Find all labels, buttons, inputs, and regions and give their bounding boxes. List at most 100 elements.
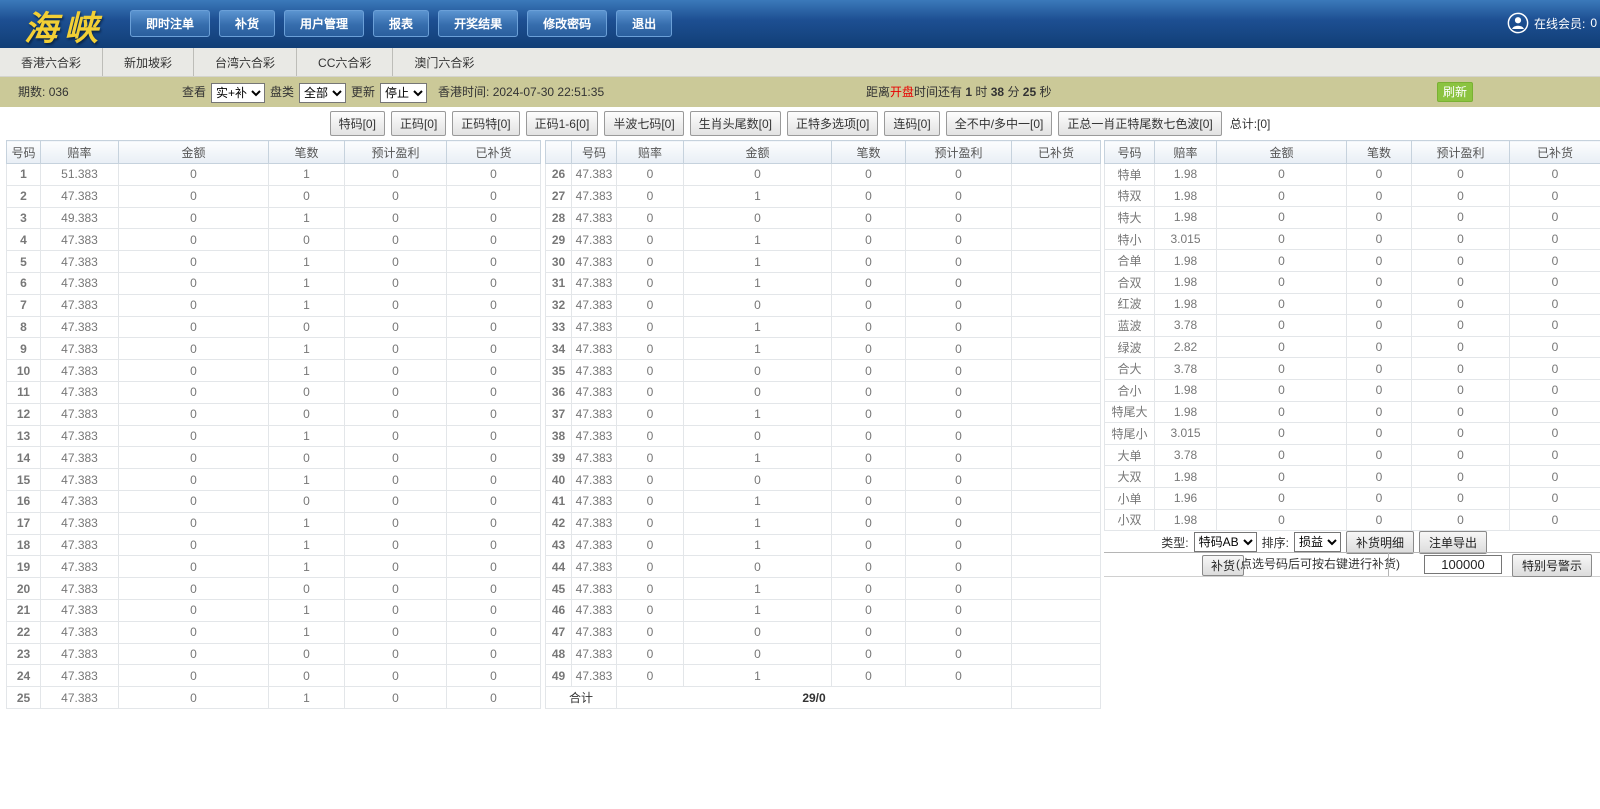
number-cell[interactable]: 47 (546, 621, 572, 643)
number-cell[interactable]: 5 (7, 251, 41, 273)
nav-instant-orders[interactable]: 即时注单 (130, 10, 210, 37)
bet-type-cell[interactable]: 合大 (1105, 358, 1155, 380)
bet-type-cell[interactable]: 合双 (1105, 271, 1155, 293)
tab-hongkong-lottery[interactable]: 香港六合彩 (0, 48, 103, 76)
number-cell[interactable]: 43 (546, 534, 572, 556)
number-cell[interactable]: 31 (546, 272, 572, 294)
bet-type-cell[interactable]: 合小 (1105, 379, 1155, 401)
number-cell[interactable]: 44 (546, 556, 572, 578)
type-select[interactable]: 特码AB (1194, 532, 1257, 552)
number-cell[interactable]: 40 (546, 469, 572, 491)
filter-button[interactable]: 正总一肖正特尾数七色波[0] (1058, 111, 1221, 136)
order-export-button[interactable]: 注单导出 (1419, 531, 1487, 554)
number-cell[interactable]: 20 (7, 578, 41, 600)
number-cell[interactable]: 46 (546, 599, 572, 621)
filter-button[interactable]: 半波七码[0] (604, 111, 683, 136)
bet-type-cell[interactable]: 蓝波 (1105, 315, 1155, 337)
number-cell[interactable]: 25 (7, 687, 41, 709)
number-cell[interactable]: 9 (7, 338, 41, 360)
number-cell[interactable]: 18 (7, 534, 41, 556)
number-cell[interactable]: 41 (546, 490, 572, 512)
bet-type-cell[interactable]: 特尾大 (1105, 401, 1155, 423)
number-cell[interactable]: 13 (7, 425, 41, 447)
number-cell[interactable]: 7 (7, 294, 41, 316)
number-cell[interactable]: 39 (546, 447, 572, 469)
filter-button[interactable]: 正码1-6[0] (526, 111, 599, 136)
number-cell[interactable]: 42 (546, 512, 572, 534)
number-cell[interactable]: 17 (7, 512, 41, 534)
bet-type-cell[interactable]: 小双 (1105, 509, 1155, 531)
number-cell[interactable]: 14 (7, 447, 41, 469)
number-cell[interactable]: 19 (7, 556, 41, 578)
sort-select[interactable]: 损益 (1294, 532, 1341, 552)
number-cell[interactable]: 27 (546, 185, 572, 207)
number-cell[interactable]: 38 (546, 425, 572, 447)
bet-type-cell[interactable]: 特双 (1105, 185, 1155, 207)
bet-type-cell[interactable]: 特大 (1105, 207, 1155, 229)
bet-type-cell[interactable]: 合单 (1105, 250, 1155, 272)
odds-cell: 47.383 (572, 164, 617, 186)
filter-button[interactable]: 正特多选项[0] (787, 111, 878, 136)
number-cell[interactable]: 15 (7, 469, 41, 491)
profit-cell: 0 (832, 556, 906, 578)
filter-button[interactable]: 正码特[0] (452, 111, 519, 136)
number-cell[interactable]: 11 (7, 381, 41, 403)
refresh-button[interactable]: 刷新 (1437, 82, 1473, 102)
number-cell[interactable]: 45 (546, 578, 572, 600)
number-cell[interactable]: 21 (7, 599, 41, 621)
number-cell[interactable]: 10 (7, 360, 41, 382)
number-cell[interactable]: 1 (7, 164, 41, 186)
number-cell[interactable]: 33 (546, 316, 572, 338)
tab-taiwan-lottery[interactable]: 台湾六合彩 (194, 48, 297, 76)
number-cell[interactable]: 32 (546, 294, 572, 316)
amount-input[interactable] (1424, 555, 1502, 574)
number-cell[interactable]: 24 (7, 665, 41, 687)
number-cell[interactable]: 12 (7, 403, 41, 425)
filter-button[interactable]: 连码[0] (884, 111, 939, 136)
bet-type-cell[interactable]: 红波 (1105, 293, 1155, 315)
number-cell[interactable]: 4 (7, 229, 41, 251)
nav-reports[interactable]: 报表 (373, 10, 429, 37)
filter-button[interactable]: 特码[0] (330, 111, 385, 136)
tab-macau-lottery[interactable]: 澳门六合彩 (393, 48, 495, 76)
number-cell[interactable]: 2 (7, 185, 41, 207)
bet-type-cell[interactable]: 大单 (1105, 444, 1155, 466)
replenish-detail-button[interactable]: 补货明细 (1346, 531, 1414, 554)
number-cell[interactable]: 29 (546, 229, 572, 251)
number-cell[interactable]: 49 (546, 665, 572, 687)
number-cell[interactable]: 22 (7, 621, 41, 643)
filter-button[interactable]: 正码[0] (391, 111, 446, 136)
filter-button[interactable]: 全不中/多中一[0] (946, 111, 1053, 136)
number-cell[interactable]: 16 (7, 490, 41, 512)
special-alert-button[interactable]: 特别号警示 (1512, 554, 1592, 577)
number-cell[interactable]: 28 (546, 207, 572, 229)
number-cell[interactable]: 8 (7, 316, 41, 338)
filter-button[interactable]: 生肖头尾数[0] (690, 111, 781, 136)
bet-type-cell[interactable]: 大双 (1105, 466, 1155, 488)
number-cell[interactable]: 34 (546, 338, 572, 360)
number-cell[interactable]: 6 (7, 272, 41, 294)
number-cell[interactable]: 26 (546, 164, 572, 186)
tab-singapore-lottery[interactable]: 新加坡彩 (103, 48, 194, 76)
number-cell[interactable]: 37 (546, 403, 572, 425)
update-select[interactable]: 停止 (380, 83, 427, 103)
number-cell[interactable]: 3 (7, 207, 41, 229)
view-select[interactable]: 实+补 (211, 83, 265, 103)
number-cell[interactable]: 35 (546, 360, 572, 382)
number-cell[interactable]: 36 (546, 381, 572, 403)
bet-type-cell[interactable]: 特小 (1105, 228, 1155, 250)
bet-type-cell[interactable]: 小单 (1105, 487, 1155, 509)
number-cell[interactable]: 48 (546, 643, 572, 665)
bet-type-cell[interactable]: 绿波 (1105, 336, 1155, 358)
nav-logout[interactable]: 退出 (616, 10, 672, 37)
bet-type-cell[interactable]: 特单 (1105, 164, 1155, 186)
bet-type-cell[interactable]: 特尾小 (1105, 423, 1155, 445)
nav-change-password[interactable]: 修改密码 (527, 10, 607, 37)
number-cell[interactable]: 23 (7, 643, 41, 665)
nav-draw-results[interactable]: 开奖结果 (438, 10, 518, 37)
number-cell[interactable]: 30 (546, 251, 572, 273)
nav-user-management[interactable]: 用户管理 (284, 10, 364, 37)
board-select[interactable]: 全部 (299, 83, 346, 103)
tab-cc-lottery[interactable]: CC六合彩 (297, 48, 393, 76)
nav-replenish[interactable]: 补货 (219, 10, 275, 37)
